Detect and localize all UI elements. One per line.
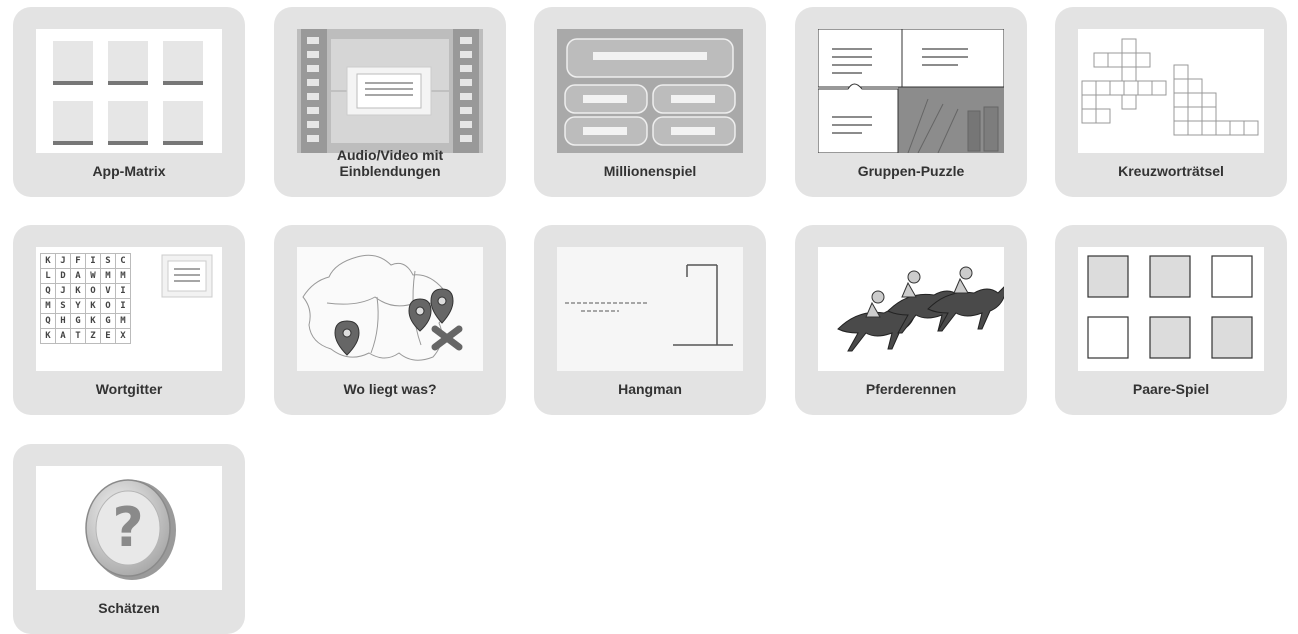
tile-label: Wo liegt was? bbox=[343, 381, 437, 397]
tile-app-matrix[interactable]: App-Matrix bbox=[13, 7, 245, 197]
tile-gruppen-puzzle[interactable]: Gruppen-Puzzle bbox=[795, 7, 1027, 197]
tile-label: Kreuzworträtsel bbox=[1118, 163, 1224, 179]
question-mark-icon: ? bbox=[36, 466, 222, 590]
film-icon bbox=[297, 29, 483, 153]
horse-race-icon bbox=[818, 247, 1004, 371]
tile-paare-spiel[interactable]: Paare-Spiel bbox=[1055, 225, 1287, 415]
tile-wo-liegt-was[interactable]: Wo liegt was? bbox=[274, 225, 506, 415]
question-mark-glyph: ? bbox=[112, 496, 143, 559]
tile-schaetzen[interactable]: ? Schätzen bbox=[13, 444, 245, 634]
tile-label: Audio/Video mit Einblendungen bbox=[336, 147, 444, 179]
tile-label: Schätzen bbox=[98, 600, 160, 616]
tile-label: Wortgitter bbox=[95, 381, 163, 397]
tile-wortgitter[interactable]: KJFISC LDAWMM QJKOVI MSYKOI QHGKGM KATZE… bbox=[13, 225, 245, 415]
word-grid-icon: KJFISC LDAWMM QJKOVI MSYKOI QHGKGM KATZE… bbox=[36, 247, 222, 371]
tile-kreuzwortraetsel[interactable]: Kreuzworträtsel bbox=[1055, 7, 1287, 197]
tile-label: App-Matrix bbox=[92, 163, 166, 179]
tile-label: Millionenspiel bbox=[603, 163, 697, 179]
tile-pferderennen[interactable]: Pferderennen bbox=[795, 225, 1027, 415]
tile-audio-video[interactable]: Audio/Video mit Einblendungen bbox=[274, 7, 506, 197]
pairs-icon bbox=[1078, 247, 1264, 371]
hangman-icon bbox=[557, 247, 743, 371]
tile-millionenspiel[interactable]: Millionenspiel bbox=[534, 7, 766, 197]
app-matrix-icon bbox=[36, 29, 222, 153]
tile-label: Hangman bbox=[618, 381, 682, 397]
word-grid: KJFISC LDAWMM QJKOVI MSYKOI QHGKGM KATZE… bbox=[40, 253, 131, 344]
quiz-icon bbox=[557, 29, 743, 153]
tile-label: Paare-Spiel bbox=[1132, 381, 1210, 397]
tile-label: Gruppen-Puzzle bbox=[857, 163, 965, 179]
map-pin-icon bbox=[297, 247, 483, 371]
puzzle-icon bbox=[818, 29, 1004, 153]
tile-hangman[interactable]: Hangman bbox=[534, 225, 766, 415]
tile-label: Pferderennen bbox=[865, 381, 957, 397]
crossword-icon bbox=[1078, 29, 1264, 153]
